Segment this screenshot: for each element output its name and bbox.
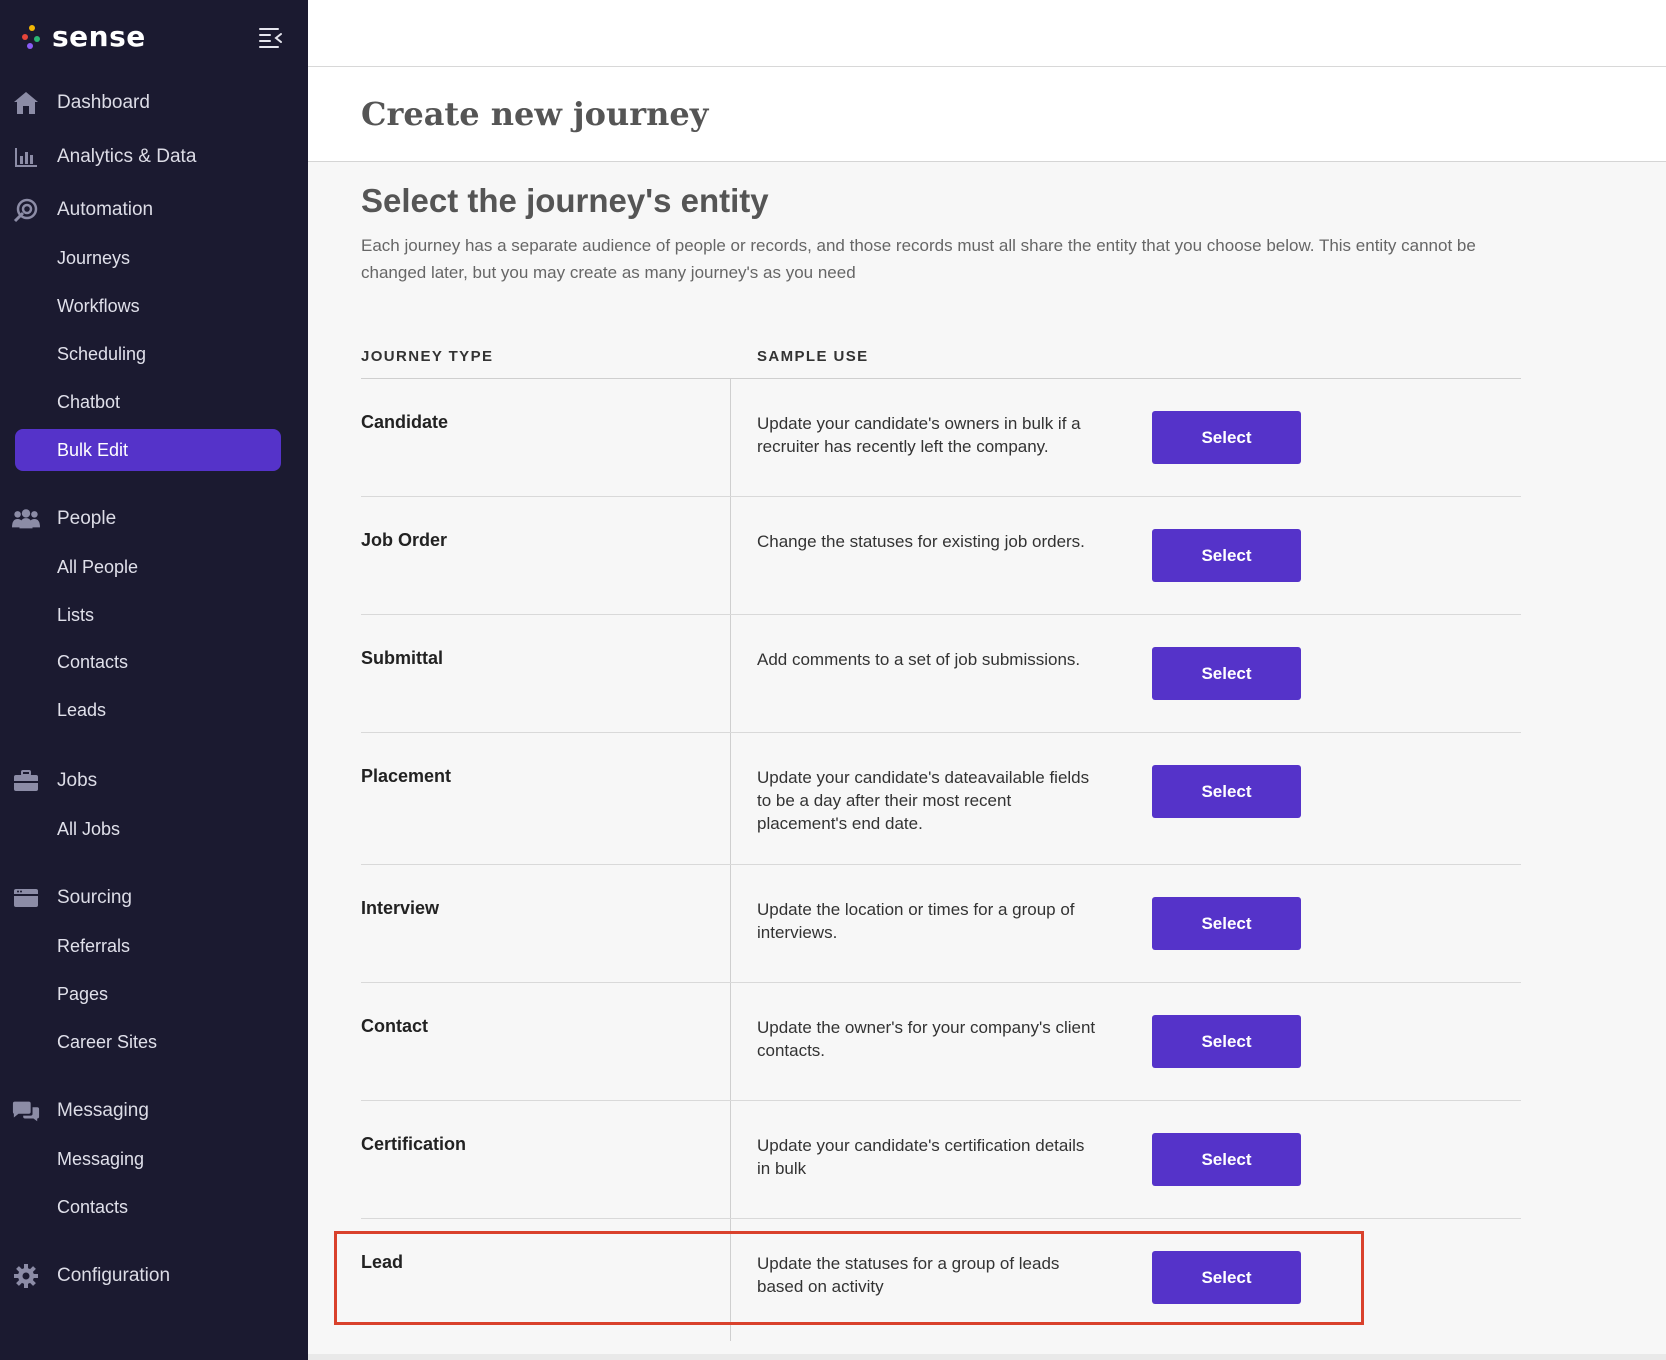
nav-automation[interactable]: Automation (0, 190, 308, 230)
nav-sourcing-label: Sourcing (57, 887, 132, 908)
nav-item-journeys[interactable]: Journeys (15, 237, 281, 279)
sidebar: sense Dashboard Analytics & Data Automat… (0, 0, 308, 1360)
table-row: Contact Update the owner's for your comp… (361, 983, 1521, 1101)
sample-use-text: Update your candidate's certification de… (757, 1136, 1085, 1178)
page-header: Create new journey (308, 67, 1666, 162)
nav-item-bulk-edit[interactable]: Bulk Edit (15, 429, 281, 471)
select-contact-button[interactable]: Select (1152, 1015, 1301, 1068)
journey-type-label: Lead (361, 1252, 404, 1272)
section-description: Each journey has a separate audience of … (361, 236, 1476, 282)
journey-type-label: Certification (361, 1134, 467, 1154)
nav-item-label: Contacts (57, 651, 129, 672)
select-interview-button[interactable]: Select (1152, 897, 1301, 950)
sample-use-text: Add comments to a set of job submissions… (757, 650, 1081, 669)
bottom-strip (308, 1354, 1666, 1360)
column-header-journey-type: JOURNEY TYPE (361, 348, 494, 365)
bar-chart-icon (12, 143, 40, 171)
nav-item-messaging-contacts[interactable]: Contacts (15, 1186, 281, 1228)
logo-mark-icon (20, 22, 42, 52)
nav-item-label: Lists (57, 604, 95, 625)
table-row: Interview Update the location or times f… (361, 865, 1521, 983)
table-row: Job Order Change the statuses for existi… (361, 497, 1521, 615)
table-row: Candidate Update your candidate's owners… (361, 379, 1521, 497)
nav-analytics-label: Analytics & Data (57, 146, 197, 167)
sample-use-text: Update the owner's for your company's cl… (757, 1018, 1096, 1060)
logo[interactable]: sense (20, 20, 146, 53)
nav-item-all-jobs[interactable]: All Jobs (15, 808, 281, 850)
nav-item-label: Pages (57, 983, 109, 1004)
sample-use-text: Update the location or times for a group… (757, 900, 1075, 942)
nav-item-label: Referrals (57, 935, 131, 956)
chat-bubbles-icon (12, 1097, 40, 1125)
home-icon (12, 89, 40, 117)
nav-item-messaging[interactable]: Messaging (15, 1138, 281, 1180)
nav-item-label: Bulk Edit (57, 439, 129, 460)
nav-messaging-label: Messaging (57, 1100, 149, 1121)
nav-item-label: Scheduling (57, 343, 147, 364)
people-icon (12, 505, 40, 533)
select-certification-button[interactable]: Select (1152, 1133, 1301, 1186)
table-row: Lead Update the statuses for a group of … (361, 1219, 1521, 1339)
journey-type-label: Placement (361, 766, 452, 786)
sourcing-icon (12, 884, 40, 912)
briefcase-icon (12, 767, 40, 795)
top-bar (308, 0, 1666, 67)
nav-sourcing[interactable]: Sourcing (0, 878, 308, 918)
nav-item-label: Contacts (57, 1196, 129, 1217)
nav-item-scheduling[interactable]: Scheduling (15, 333, 281, 375)
nav-item-label: Leads (57, 699, 107, 720)
collapse-sidebar-icon[interactable] (258, 24, 284, 50)
nav-item-label: Chatbot (57, 391, 121, 412)
table-row: Submittal Add comments to a set of job s… (361, 615, 1521, 733)
nav-configuration[interactable]: Configuration (0, 1256, 308, 1296)
journey-type-label: Job Order (361, 530, 448, 550)
nav-analytics[interactable]: Analytics & Data (0, 137, 308, 177)
nav-item-label: Workflows (57, 295, 140, 316)
page-title: Create new journey (361, 95, 709, 133)
sample-use-text: Update your candidate's dateavailable fi… (757, 768, 1090, 833)
nav-item-lists[interactable]: Lists (15, 594, 281, 636)
table-row: Placement Update your candidate's dateav… (361, 733, 1521, 865)
journey-type-label: Contact (361, 1016, 428, 1036)
select-submittal-button[interactable]: Select (1152, 647, 1301, 700)
nav-item-contacts[interactable]: Contacts (15, 641, 281, 683)
table-row: Certification Update your candidate's ce… (361, 1101, 1521, 1219)
nav-dashboard[interactable]: Dashboard (0, 83, 308, 123)
nav-jobs[interactable]: Jobs (0, 761, 308, 801)
sample-use-text: Update the statuses for a group of leads… (757, 1254, 1060, 1296)
nav-dashboard-label: Dashboard (57, 92, 150, 113)
nav-item-label: All People (57, 556, 139, 577)
nav-item-leads[interactable]: Leads (15, 689, 281, 731)
journey-type-label: Submittal (361, 648, 444, 668)
gear-icon (12, 1262, 40, 1290)
nav-people[interactable]: People (0, 499, 308, 539)
select-placement-button[interactable]: Select (1152, 765, 1301, 818)
nav-item-label: Journeys (57, 247, 131, 268)
column-header-sample-use: SAMPLE USE (757, 348, 869, 365)
select-lead-button[interactable]: Select (1152, 1251, 1301, 1304)
nav-item-label: All Jobs (57, 818, 121, 839)
nav-item-all-people[interactable]: All People (15, 546, 281, 588)
journey-type-label: Interview (361, 898, 440, 918)
nav-item-workflows[interactable]: Workflows (15, 285, 281, 327)
journey-type-label: Candidate (361, 412, 449, 432)
sample-use-text: Change the statuses for existing job ord… (757, 532, 1085, 551)
nav-item-label: Career Sites (57, 1031, 158, 1052)
select-job-order-button[interactable]: Select (1152, 529, 1301, 582)
nav-item-label: Messaging (57, 1148, 145, 1169)
nav-item-pages[interactable]: Pages (15, 973, 281, 1015)
nav-item-referrals[interactable]: Referrals (15, 925, 281, 967)
nav-item-chatbot[interactable]: Chatbot (15, 381, 281, 423)
automation-icon (12, 196, 40, 224)
nav-jobs-label: Jobs (57, 770, 98, 791)
nav-configuration-label: Configuration (57, 1265, 171, 1286)
nav-automation-label: Automation (57, 199, 154, 220)
select-candidate-button[interactable]: Select (1152, 411, 1301, 464)
nav-messaging[interactable]: Messaging (0, 1091, 308, 1131)
logo-text: sense (52, 20, 146, 53)
nav-people-label: People (57, 508, 117, 529)
section-title: Select the journey's entity (361, 182, 769, 219)
nav-item-career-sites[interactable]: Career Sites (15, 1021, 281, 1063)
sample-use-text: Update your candidate's owners in bulk i… (757, 414, 1081, 456)
